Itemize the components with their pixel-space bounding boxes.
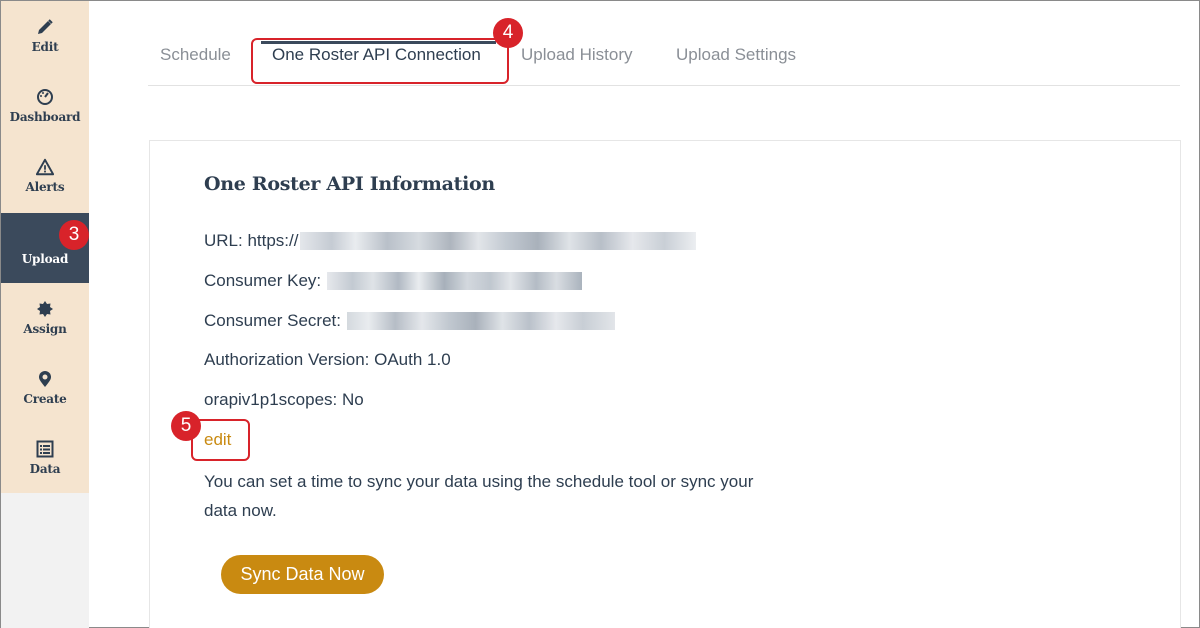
tab-upload-settings[interactable]: Upload Settings — [676, 45, 796, 65]
callout-box-tab — [251, 38, 509, 84]
callout-number-4: 4 — [493, 18, 523, 48]
sidebar-item-data[interactable]: Data — [1, 423, 89, 493]
card-title: One Roster API Information — [204, 173, 495, 195]
consumer-secret-row: Consumer Secret: — [204, 311, 615, 331]
sidebar-item-create[interactable]: Create — [1, 353, 89, 423]
sidebar-item-label: Assign — [23, 322, 67, 336]
redacted-url — [300, 232, 697, 250]
sidebar-item-label: Dashboard — [9, 110, 81, 124]
gauge-icon — [36, 88, 54, 106]
url-row: URL: https:// — [204, 231, 697, 251]
consumer-key-row: Consumer Key: — [204, 271, 583, 291]
sidebar-item-edit[interactable]: Edit — [1, 1, 89, 71]
upload-icon — [36, 230, 54, 248]
warning-icon — [36, 158, 54, 176]
tab-schedule[interactable]: Schedule — [160, 45, 231, 65]
sidebar-item-label: Alerts — [25, 180, 65, 194]
sidebar-empty-area — [1, 493, 89, 628]
tab-upload-history[interactable]: Upload History — [521, 45, 633, 65]
sidebar-item-label: Upload — [21, 252, 69, 266]
api-info-card: One Roster API Information URL: https://… — [149, 140, 1181, 628]
sidebar-item-label: Data — [29, 462, 61, 476]
sidebar-item-dashboard[interactable]: Dashboard — [1, 71, 89, 141]
list-icon — [36, 440, 54, 458]
sidebar-item-label: Create — [23, 392, 67, 406]
consumer-key-label: Consumer Key: — [204, 271, 322, 290]
url-label: URL: https:// — [204, 231, 299, 250]
sidebar-item-label: Edit — [31, 40, 59, 54]
callout-number-3: 3 — [59, 220, 89, 250]
callout-number-5: 5 — [171, 411, 201, 441]
scopes-row: orapiv1p1scopes: No — [204, 390, 364, 409]
consumer-secret-label: Consumer Secret: — [204, 311, 341, 330]
sync-data-now-button[interactable]: Sync Data Now — [221, 555, 384, 594]
redacted-consumer-secret — [347, 312, 615, 330]
sidebar-item-alerts[interactable]: Alerts — [1, 141, 89, 211]
map-pin-icon — [36, 370, 54, 388]
sync-description: You can set a time to sync your data usi… — [204, 472, 754, 520]
pencil-icon — [36, 18, 54, 36]
redacted-consumer-key — [327, 272, 583, 290]
sidebar-item-assign[interactable]: Assign — [1, 283, 89, 353]
badge-icon — [36, 300, 54, 318]
auth-version-row: Authorization Version: OAuth 1.0 — [204, 350, 451, 369]
